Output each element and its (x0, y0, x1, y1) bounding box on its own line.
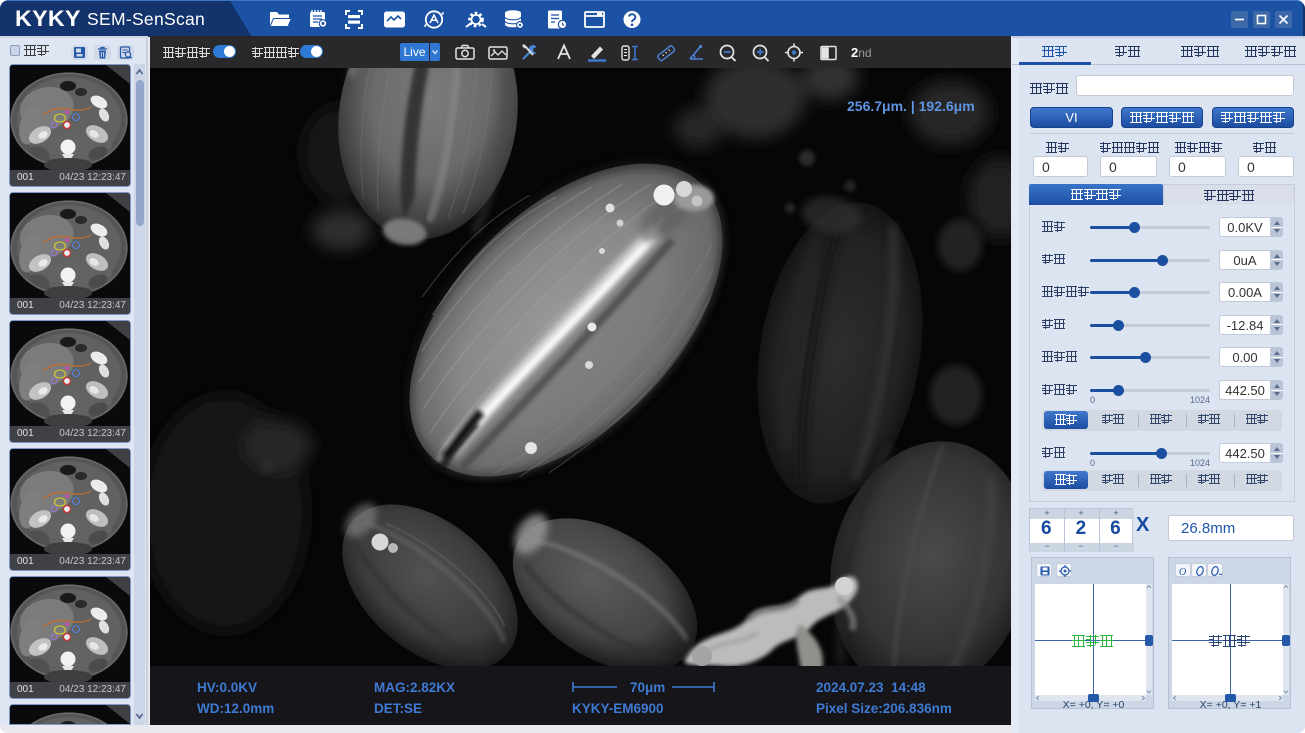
svg-text:70μm: 70μm (630, 680, 665, 695)
svg-text:O: O (1179, 567, 1186, 578)
